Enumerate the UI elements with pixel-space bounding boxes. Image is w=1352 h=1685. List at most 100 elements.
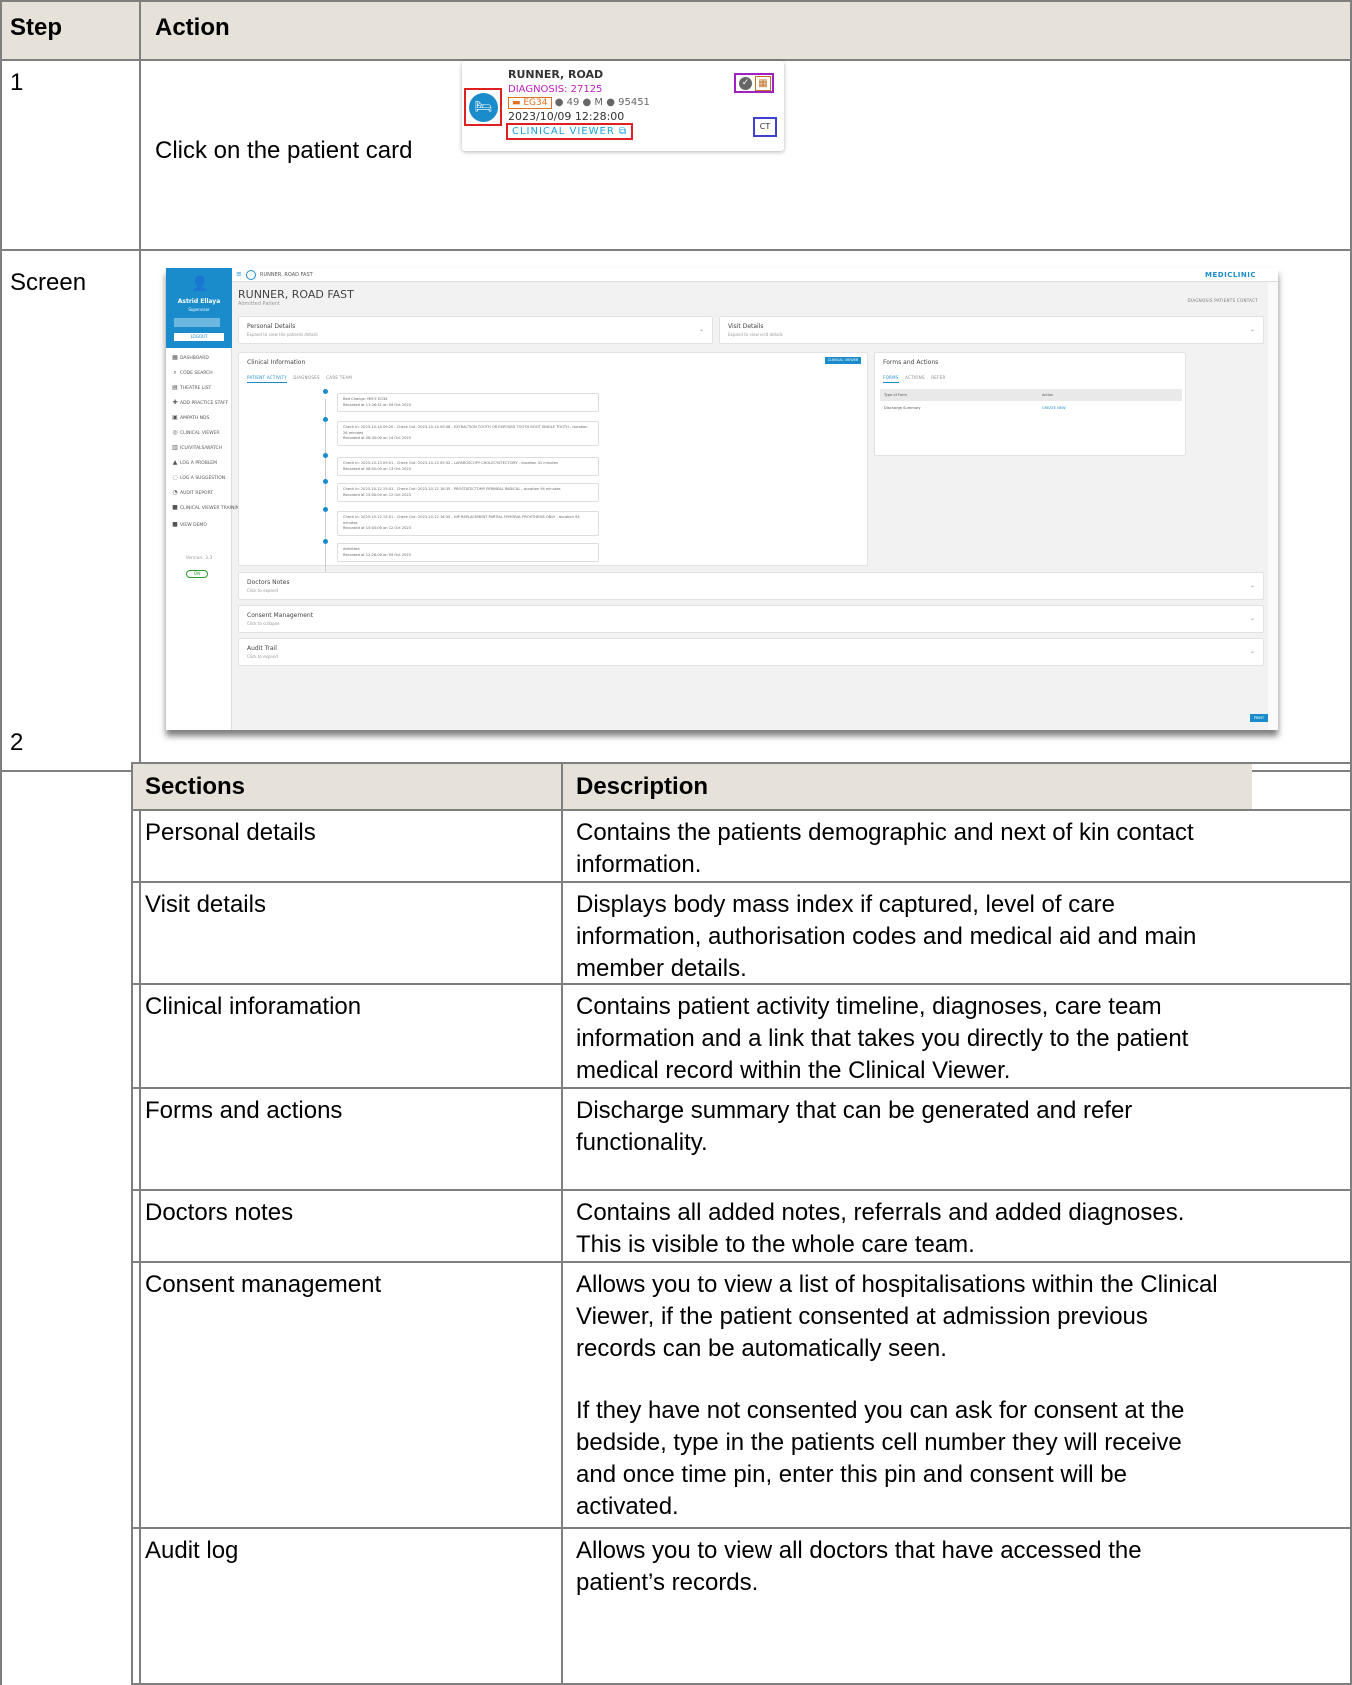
menu-icon[interactable]: ≡	[236, 270, 242, 278]
bed-grid-icon: ▦	[755, 76, 771, 91]
sidebar-item-icon: ▤	[172, 384, 178, 391]
timeline-line	[325, 399, 326, 585]
toggle-switch[interactable]: ON	[186, 570, 208, 578]
clinical-viewer-link-label: CLINICAL VIEWER	[512, 126, 615, 137]
header-step: Step	[10, 14, 63, 41]
sidebar-item-icon: ◎	[172, 429, 178, 436]
tab-forms[interactable]: FORMS	[883, 375, 899, 383]
top-bar: ≡ RUNNER, ROAD FAST MEDICLINIC	[232, 268, 1278, 282]
timeline-entry: Check In: 2023-10-12 15:01 - Check Out: …	[337, 483, 599, 502]
ward-badge: ▬ EG34	[508, 97, 552, 109]
patient-card-date: 2023/10/09 12:28:00	[508, 110, 625, 123]
sidebar-item-label: CLINICAL VIEWER	[180, 431, 220, 436]
sidebar-item[interactable]: ▥ ICU/VITALS/WATCH	[166, 444, 232, 458]
section-name: Consent management	[145, 1271, 382, 1298]
section-description: activated.	[576, 1493, 679, 1520]
sidebar-item-icon: ■	[172, 521, 178, 528]
patient-card[interactable]: 🛏 RUNNER, ROAD DIAGNOSIS: 27125 ▬ EG34 ●…	[462, 61, 784, 151]
section-description: Allows you to view all doctors that have…	[576, 1537, 1142, 1564]
patient-card-diagnosis: DIAGNOSIS: 27125	[508, 84, 603, 95]
ct-badge[interactable]: CT	[753, 117, 777, 137]
ward-code: EG34	[523, 98, 548, 108]
sidebar-item[interactable]: ▣ AMPATH NDS	[166, 414, 232, 428]
instruction-table: Step Action 1 Click on the patient card …	[0, 0, 1352, 1685]
logout-button[interactable]: LOGOUT	[174, 333, 224, 341]
section-name: Visit details	[145, 891, 266, 918]
timeline-entry-title: Check In: 2023-10-14 09:20 - Check Out: …	[343, 425, 588, 435]
patient-logo-icon	[246, 270, 256, 280]
section-name: Doctors notes	[145, 1199, 294, 1226]
sidebar: 👤 Astrid Ellaya Supervisor LOGOUT ▦ DASHB…	[166, 268, 243, 730]
col-type-of-form: Type of Form	[884, 393, 908, 397]
table-gridline	[131, 1527, 1352, 1529]
timeline-entry-title: Check In: 2023-10-12 15:01 - Check Out: …	[343, 487, 561, 491]
tab-diagnoses[interactable]: DIAGNOSES	[293, 375, 319, 380]
timeline-entry-time: Recorded at 15:00:00 on 12 Oct 2023	[343, 526, 411, 530]
sidebar-item[interactable]: ▤ THEATRE LIST	[166, 384, 232, 398]
personal-details-panel[interactable]: Personal Details Expand to view the pati…	[238, 316, 713, 344]
sidebar-item-icon: ✚	[172, 399, 178, 406]
table-gridline	[131, 809, 1352, 811]
status-icons: ✓ ▦	[734, 73, 774, 93]
visit-details-panel[interactable]: Visit Details Expand to view visit detai…	[719, 316, 1264, 344]
sidebar-item[interactable]: ◎ CLINICAL VIEWER	[166, 429, 232, 443]
sidebar-item[interactable]: ▲ LOG A PROBLEM	[166, 459, 232, 473]
sidebar-item-label: AMPATH NDS	[180, 416, 210, 421]
section-description: information, authorisation codes and med…	[576, 923, 1197, 950]
version-label: Version: 3.3	[185, 556, 213, 561]
timeline-dot	[323, 479, 328, 484]
section-name: Forms and actions	[145, 1097, 343, 1124]
header-sections: Sections	[145, 773, 246, 800]
forms-actions-title: Forms and Actions	[883, 359, 939, 366]
audit-trail-sub: Click to expand	[247, 654, 278, 659]
bed-icon-highlight[interactable]: 🛏	[464, 88, 502, 126]
clinical-tabs: PATIENT ACTIVITY DIAGNOSES CARE TEAM	[247, 375, 352, 383]
section-description: and once time pin, enter this pin and co…	[576, 1461, 1128, 1488]
sidebar-item[interactable]: ✚ ADD PRACTICE STAFF	[166, 399, 232, 413]
user-field[interactable]	[174, 318, 220, 327]
scrollbar[interactable]	[1268, 282, 1278, 730]
screen-screenshot: 👤 Astrid Ellaya Supervisor LOGOUT ▦ DASHB…	[166, 268, 1278, 730]
forms-table-header: Type of Form Action	[880, 389, 1182, 401]
timeline-entry-time: Recorded at 08:30:00 on 14 Oct 2023	[343, 436, 411, 440]
topbar-patient-name: RUNNER, ROAD FAST	[260, 272, 313, 278]
create-new-link[interactable]: CREATE NEW	[1042, 406, 1066, 410]
clinical-viewer-link[interactable]: CLINICAL VIEWER ⧉	[506, 123, 634, 140]
section-description: This is visible to the whole care team.	[576, 1231, 975, 1258]
col-action: Action	[1042, 393, 1054, 397]
tab-care-team[interactable]: CARE TEAM	[326, 375, 352, 380]
forms-actions-panel: Forms and Actions FORMS ACTIONS REFER Ty…	[874, 352, 1186, 456]
top-links[interactable]: DIAGNOSIS PATIENTS CONTACT	[1188, 298, 1258, 303]
clinical-viewer-button[interactable]: CLINICAL VIEWER	[825, 357, 861, 364]
sidebar-item[interactable]: ■ CLINICAL VIEWER TRAINING	[166, 504, 242, 518]
print-button[interactable]: PRINT	[1250, 714, 1268, 722]
clinical-information-panel: Clinical Information CLINICAL VIEWER PAT…	[238, 352, 868, 585]
tab-refer[interactable]: REFER	[931, 375, 945, 380]
sidebar-item[interactable]: ■ VIEW DEMO	[166, 521, 232, 535]
brand-logo: MEDICLINIC	[1205, 271, 1256, 279]
row2-step: Screen	[10, 269, 87, 296]
sidebar-item-label: LOG A SUGGESTION	[180, 476, 226, 481]
row3-step: 2	[10, 729, 24, 756]
section-description: patient’s records.	[576, 1569, 759, 1596]
timeline-entry: Bed Change: MM E EG34 Recorded at 11:26:4…	[337, 393, 599, 412]
timeline-dot	[323, 389, 328, 394]
sidebar-item[interactable]: ◌ LOG A SUGGESTION	[166, 474, 232, 488]
consent-management-panel[interactable]: Consent Management Click to collapse ⌄	[238, 605, 1264, 633]
timeline-entry: Admitted Recorded at 12:28:00 on 09 Oct 2…	[337, 543, 599, 562]
section-description: records can be automatically seen.	[576, 1335, 947, 1362]
tab-patient-activity[interactable]: PATIENT ACTIVITY	[247, 375, 288, 383]
sidebar-item[interactable]: ◔ AUDIT REPORT	[166, 489, 232, 503]
sidebar-item[interactable]: ⌕ CODE SEARCH	[166, 369, 232, 383]
sidebar-item-label: CLINICAL VIEWER TRAINING	[180, 506, 243, 511]
table-gridline	[131, 762, 1352, 764]
doctors-notes-panel[interactable]: Doctors Notes Click to expand ⌄	[238, 572, 1264, 600]
timeline-entry-time: Recorded at 11:26:41 on 09 Oct 2023	[343, 402, 411, 407]
tab-actions[interactable]: ACTIONS	[905, 375, 925, 380]
timeline-dot	[323, 417, 328, 422]
audit-trail-panel[interactable]: Audit Trail Click to expand ⌄	[238, 638, 1264, 666]
chevron-down-icon: ⌄	[1249, 648, 1255, 655]
personal-details-sub: Expand to view the patients details	[247, 332, 318, 337]
sidebar-item[interactable]: ▦ DASHBOARD	[166, 354, 232, 368]
timeline-entry: Check In: 2023-10-14 09:20 - Check Out: …	[337, 421, 599, 446]
